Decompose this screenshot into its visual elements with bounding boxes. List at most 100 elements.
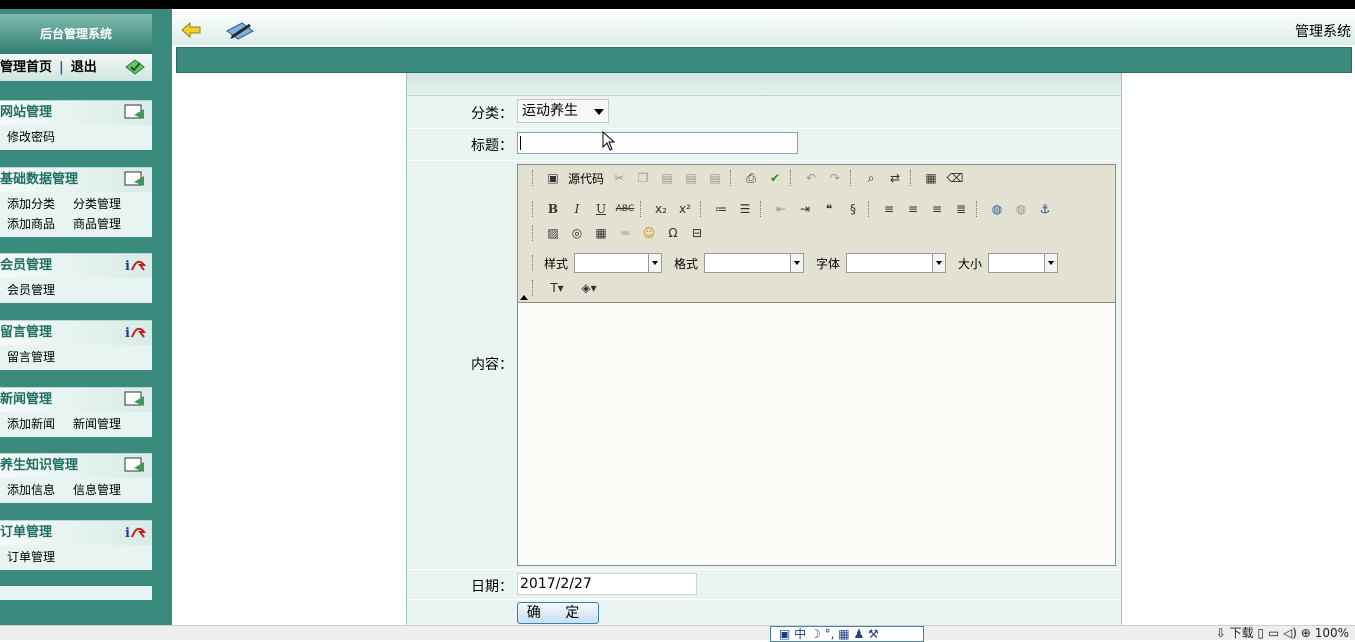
date-input[interactable]: 2017/2/27 [517,573,697,595]
strike-icon[interactable]: ABC [616,200,634,218]
sidebar-section-basic-data: 基础数据管理 添加分类 分类管理 添加商品 商品管理 [0,167,152,237]
mail-screen-icon [124,456,146,478]
sidebar-item-message-manage[interactable]: 留言管理 [7,347,73,367]
toolbar-separator [976,201,980,217]
sidebar-item-category-manage[interactable]: 分类管理 [73,194,139,214]
mail-screen-icon [124,170,146,192]
download-label[interactable]: 下载 [1230,626,1254,640]
underline-icon[interactable]: U [592,200,610,218]
div-icon[interactable]: § [844,200,862,218]
toolbar-grip [532,201,536,217]
copy-icon[interactable]: ❐ [634,169,652,187]
editor-toolbar: ▣ 源代码 ✂ ❐ ▤ ▤ ▤ ⎙ ✔ ↶ ↷ ⌕ ⇄ ▦ ⌫ B I U AB… [518,165,1115,303]
select-all-icon[interactable]: ▦ [922,169,940,187]
paste-icon[interactable]: ▤ [658,169,676,187]
page-break-icon[interactable]: ⊟ [688,224,706,242]
sidebar-item-member-manage[interactable]: 会员管理 [7,280,73,300]
screen-icon[interactable]: ▭ [1268,626,1279,640]
redo-icon[interactable]: ↷ [826,169,844,187]
special-char-icon[interactable]: Ω [664,224,682,242]
paste-word-icon[interactable]: ▤ [706,169,724,187]
remove-format-icon[interactable]: ⌫ [946,169,964,187]
undo-icon[interactable]: ↶ [802,169,820,187]
link-icon[interactable]: ◍ [988,200,1006,218]
date-row: 日期： 2017/2/27 [407,569,1121,600]
bg-color-icon[interactable]: ◈▾ [576,279,602,297]
logout-link[interactable]: 退出 [71,60,97,75]
toolbar-separator [730,170,734,186]
title-label: 标题： [471,138,513,154]
ime-toolbar[interactable]: ▣ 中 ☽ °, ▦ ♟ ⚒ [770,626,924,642]
smiley-icon[interactable]: ☺ [640,224,658,242]
blockquote-icon[interactable]: ❝ [820,200,838,218]
size-select[interactable] [988,253,1059,273]
style-select[interactable] [574,253,663,273]
indent-icon[interactable]: ⇥ [796,200,814,218]
toolbar-grip [532,280,536,296]
submit-button[interactable]: 确 定 [517,602,599,624]
font-select[interactable] [846,253,947,273]
mouse-cursor-icon [602,131,616,151]
toolbar-separator [790,170,794,186]
cut-icon[interactable]: ✂ [610,169,628,187]
unlink-icon[interactable]: ◍ [1012,200,1030,218]
collapse-toolbar-icon[interactable] [520,295,528,300]
flash-icon[interactable]: ◎ [568,224,586,242]
image-icon[interactable]: ▨ [544,224,562,242]
anchor-icon[interactable]: ⚓ [1036,200,1054,218]
sidebar-item-add-category[interactable]: 添加分类 [7,194,73,214]
status-right: ⇩ 下载 ▯ ▭ ◁) ⊕ 100% [1216,626,1349,640]
numbered-list-icon[interactable]: ≔ [712,200,730,218]
sidebar-item-add-info[interactable]: 添加信息 [7,480,73,500]
replace-icon[interactable]: ⇄ [886,169,904,187]
title-row: 标题： [407,129,1121,161]
toolbar-grip [532,255,536,271]
sidebar-item-info-manage[interactable]: 信息管理 [73,480,139,500]
superscript-icon[interactable]: x² [676,200,694,218]
sidebar-section-website: 网站管理 修改密码 [0,100,152,150]
sidebar-item-order-manage[interactable]: 订单管理 [7,547,73,567]
sidebar-item-product-manage[interactable]: 商品管理 [73,214,139,234]
info-arrow-icon: i [124,323,147,345]
align-left-icon[interactable]: ≡ [880,200,898,218]
sidebar-item-news-manage[interactable]: 新闻管理 [73,414,139,434]
sidebar-item-add-news[interactable]: 添加新闻 [7,414,73,434]
italic-icon[interactable]: I [568,200,586,218]
header: 管理系统 [172,9,1355,45]
horizontal-rule-icon[interactable]: ═ [616,224,634,242]
sidebar-item-add-product[interactable]: 添加商品 [7,214,73,234]
paste-text-icon[interactable]: ▤ [682,169,700,187]
subscript-icon[interactable]: x₂ [652,200,670,218]
zoom-level[interactable]: 100% [1315,626,1349,640]
sidebar-section-health: 养生知识管理 添加信息 信息管理 [0,453,152,503]
back-arrow-icon[interactable] [180,21,202,43]
speaker-icon[interactable]: ◁) [1283,626,1297,640]
title-input[interactable] [517,132,798,154]
chevron-down-icon [594,109,604,115]
zoom-icon: ⊕ [1300,626,1311,640]
justify-icon[interactable]: ≣ [952,200,970,218]
print-icon[interactable]: ⎙ [742,169,760,187]
category-select[interactable]: 运动养生 [517,99,609,123]
spellcheck-icon[interactable]: ✔ [766,169,784,187]
outdent-icon[interactable]: ⇤ [772,200,790,218]
align-center-icon[interactable]: ≡ [904,200,922,218]
source-button[interactable]: 源代码 [568,170,604,187]
size-label: 大小 [958,256,983,271]
svg-text:i: i [125,259,130,274]
mail-screen-icon [124,103,146,125]
format-select[interactable] [704,253,805,273]
content-edit-area[interactable] [518,303,1115,565]
system-title: 管理系统 [1295,24,1351,40]
sidebar-item-change-password[interactable]: 修改密码 [7,127,73,147]
bold-icon[interactable]: B [544,200,562,218]
bullet-list-icon[interactable]: ☰ [736,200,754,218]
find-icon[interactable]: ⌕ [862,169,880,187]
table-icon[interactable]: ▦ [592,224,610,242]
align-right-icon[interactable]: ≡ [928,200,946,218]
toolbar-grip [532,170,536,186]
sidebar-title: 后台管理系统 [0,14,152,54]
home-link[interactable]: 管理首页 [0,60,52,75]
text-color-icon[interactable]: T▾ [544,279,570,297]
format-label: 格式 [674,256,699,271]
